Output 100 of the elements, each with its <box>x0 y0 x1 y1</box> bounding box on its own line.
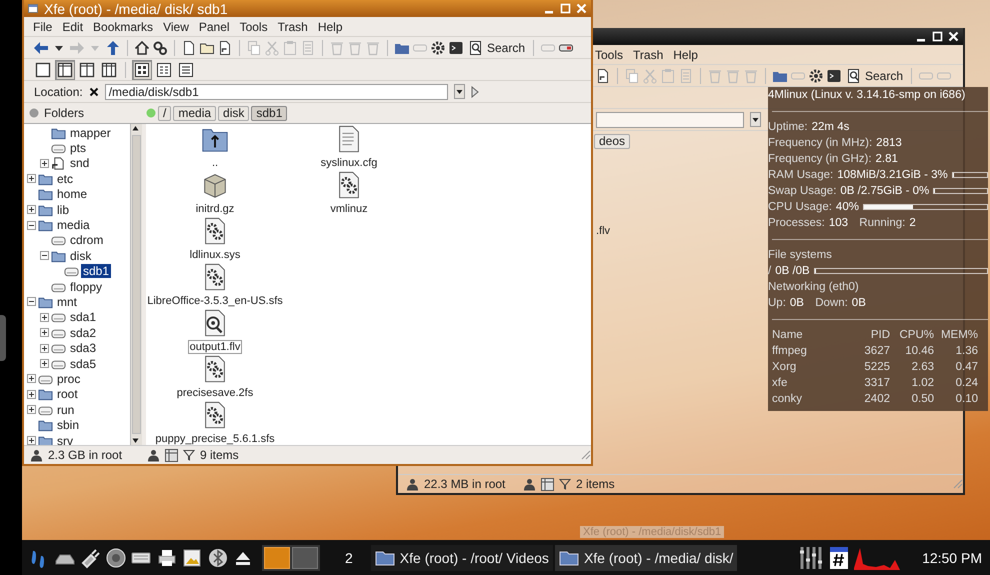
expander-icon[interactable] <box>40 328 49 338</box>
path-button[interactable]: disk <box>218 106 250 120</box>
go-arrow-icon[interactable] <box>470 86 479 98</box>
tree-item[interactable]: mapper <box>68 126 113 140</box>
panel-handle[interactable] <box>0 315 6 361</box>
tree-item[interactable]: home <box>55 187 90 202</box>
file-name[interactable]: output1.flv <box>188 340 242 354</box>
tree-item[interactable]: sda5 <box>68 356 98 371</box>
filter-icon[interactable] <box>559 478 571 490</box>
dropdown-icon[interactable] <box>454 84 465 99</box>
menu-item[interactable]: Trash <box>272 20 313 34</box>
picture-icon[interactable] <box>181 546 203 568</box>
menu-item[interactable]: Panel <box>194 20 235 34</box>
gears-icon[interactable] <box>152 40 168 56</box>
expander-icon[interactable] <box>27 390 36 399</box>
tree-item[interactable]: sbin <box>55 418 82 432</box>
file-name[interactable]: LibreOffice-3.5.3_en-US.sfs <box>145 294 285 308</box>
resize-grip-icon[interactable] <box>951 476 963 488</box>
link-icon[interactable] <box>217 40 233 56</box>
path-button[interactable]: / <box>158 106 172 120</box>
tree-item[interactable]: sda2 <box>68 326 98 340</box>
task-button[interactable]: Xfe (root) - /media/ disk/ <box>554 544 738 570</box>
tree-item[interactable]: sda3 <box>68 341 98 356</box>
tree-item[interactable]: root <box>55 387 80 402</box>
link-icon[interactable] <box>595 68 611 84</box>
tree-item[interactable]: pts <box>68 141 88 156</box>
view-toggle[interactable] <box>55 60 75 80</box>
file-name[interactable]: ldlinux.sys <box>188 248 242 262</box>
tree-item[interactable]: mnt <box>55 294 80 309</box>
file-name[interactable]: precisesave.2fs <box>174 386 256 400</box>
path-button[interactable]: media <box>173 106 216 120</box>
clear-icon[interactable] <box>88 86 99 96</box>
tree-item[interactable]: srv <box>55 434 75 445</box>
file-name[interactable]: .. <box>210 156 220 170</box>
tree-item[interactable]: run <box>55 402 76 417</box>
tree-item[interactable]: floppy <box>68 280 104 294</box>
window-menu-icon[interactable] <box>28 4 38 13</box>
tree-item[interactable]: snd <box>68 156 92 170</box>
resize-grip-icon[interactable] <box>579 448 591 460</box>
mixer-icon[interactable] <box>798 546 824 570</box>
speaker-icon[interactable] <box>104 546 126 568</box>
expander-icon[interactable] <box>27 374 36 384</box>
workspace-thumbnail[interactable] <box>264 546 290 568</box>
expander-icon[interactable] <box>27 174 36 184</box>
gear-icon[interactable] <box>808 68 824 84</box>
menu-item[interactable]: Bookmarks <box>88 20 158 34</box>
plug-icon[interactable] <box>79 546 101 568</box>
menu-item[interactable]: Edit <box>57 20 88 34</box>
tree-item[interactable]: lib <box>55 202 72 217</box>
menu-item[interactable]: File <box>28 20 58 34</box>
panel-layout-icon[interactable] <box>541 478 554 490</box>
expander-icon[interactable] <box>27 205 36 214</box>
tree-item[interactable]: sda1 <box>68 310 98 324</box>
home-icon[interactable] <box>134 40 150 56</box>
clock[interactable]: 12:50 PM <box>922 550 982 566</box>
expander-icon[interactable] <box>40 359 49 368</box>
menu-item[interactable]: Help <box>668 48 703 62</box>
workspace-thumbnail[interactable] <box>292 546 318 568</box>
terminal-icon[interactable] <box>826 68 842 84</box>
file-name[interactable]: vmlinuz <box>328 202 370 216</box>
gear-icon[interactable] <box>430 40 446 56</box>
scroll-down-icon[interactable] <box>131 436 140 445</box>
file-name[interactable]: puppy_precise_5.6.1.sfs <box>153 432 277 446</box>
terminal-icon[interactable] <box>448 40 464 56</box>
menu-item[interactable]: Help <box>312 20 348 34</box>
tree-item[interactable]: sdb1 <box>81 264 112 278</box>
search-button[interactable]: Search <box>843 68 906 84</box>
task-button[interactable]: Xfe (root) - /root/ Videos <box>370 544 553 570</box>
expander-icon[interactable] <box>40 312 49 322</box>
up-arrow-icon[interactable] <box>105 40 121 56</box>
menu-item[interactable]: Tools <box>590 48 628 62</box>
path-button[interactable]: deos <box>594 134 630 148</box>
location-field[interactable]: /media/disk/sdb1 <box>104 84 448 100</box>
expander-icon[interactable] <box>27 436 36 445</box>
new-file-icon[interactable] <box>181 40 197 56</box>
menu-item[interactable]: View <box>158 20 194 34</box>
maximize-icon[interactable] <box>932 31 943 42</box>
tree-item[interactable]: proc <box>55 372 82 386</box>
location-field[interactable] <box>596 112 744 128</box>
path-button[interactable]: sdb1 <box>251 106 288 120</box>
menu-item[interactable]: Trash <box>628 48 668 62</box>
dropdown-icon[interactable] <box>750 112 761 127</box>
bluetooth-icon[interactable] <box>206 546 228 568</box>
expander-icon[interactable] <box>40 251 49 260</box>
tree-item[interactable]: cdrom <box>68 233 106 248</box>
scrollbar[interactable] <box>130 124 142 445</box>
back-arrow-icon[interactable] <box>33 40 49 56</box>
file-name[interactable]: initrd.gz <box>194 202 236 216</box>
calendar-icon[interactable] <box>830 546 848 568</box>
workspace-pager[interactable] <box>262 544 320 570</box>
close-icon[interactable] <box>948 31 959 42</box>
search-button[interactable]: Search <box>465 40 528 56</box>
tree-item[interactable]: media <box>55 218 92 232</box>
menu-item[interactable]: Tools <box>234 20 273 34</box>
file-name[interactable]: .flv <box>596 225 610 237</box>
tree-item[interactable]: disk <box>68 248 94 263</box>
filter-icon[interactable] <box>183 449 195 461</box>
file-name[interactable]: syslinux.cfg <box>318 156 380 170</box>
panel-layout-icon[interactable] <box>165 448 178 462</box>
expander-icon[interactable] <box>27 220 36 230</box>
